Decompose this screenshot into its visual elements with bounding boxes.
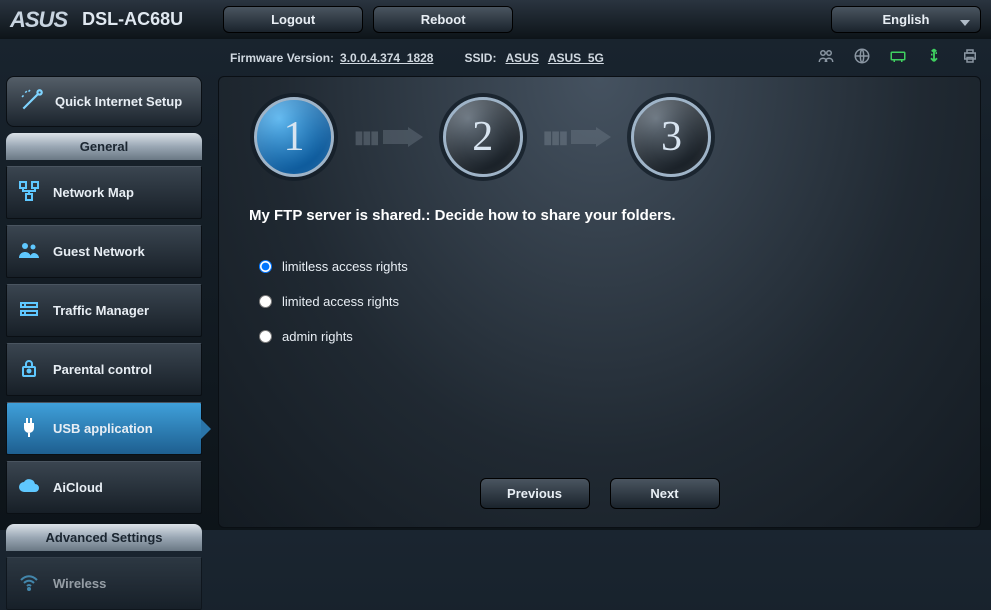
lock-icon xyxy=(17,356,41,383)
advanced-section-header: Advanced Settings xyxy=(6,524,202,551)
wizard-steps: 1 ▮▮▮ 2 ▮▮▮ 3 xyxy=(254,97,950,177)
plug-icon xyxy=(17,415,41,442)
globe-icon[interactable] xyxy=(853,47,871,68)
sidebar-item-parental-control[interactable]: Parental control xyxy=(6,343,202,396)
radio-admin[interactable]: admin rights xyxy=(259,329,950,344)
logout-button[interactable]: Logout xyxy=(223,6,363,33)
nav-label: Traffic Manager xyxy=(53,303,149,318)
step-arrow-icon: ▮▮▮ xyxy=(543,127,612,148)
nav-label: AiCloud xyxy=(53,480,103,495)
nav-label: USB application xyxy=(53,421,153,436)
ssid-2[interactable]: ASUS_5G xyxy=(548,51,604,65)
sidebar-item-wireless[interactable]: Wireless xyxy=(6,557,202,610)
network-status-icon[interactable] xyxy=(889,47,907,68)
nav-label: Network Map xyxy=(53,185,134,200)
radio-input-admin[interactable] xyxy=(259,330,272,343)
previous-button[interactable]: Previous xyxy=(480,478,590,509)
clients-icon[interactable] xyxy=(817,47,835,68)
fw-label: Firmware Version: xyxy=(230,51,334,65)
info-bar: Firmware Version: 3.0.0.4.374_1828 SSID:… xyxy=(0,39,991,76)
sidebar-item-aicloud[interactable]: AiCloud xyxy=(6,461,202,514)
sidebar: Quick Internet Setup General Network Map… xyxy=(0,76,208,528)
sidebar-item-guest-network[interactable]: Guest Network xyxy=(6,225,202,278)
main-panel: 1 ▮▮▮ 2 ▮▮▮ 3 My FTP server is shared.: … xyxy=(218,76,981,528)
sidebar-item-usb-application[interactable]: USB application xyxy=(6,402,202,455)
wand-icon xyxy=(19,87,45,116)
printer-icon[interactable] xyxy=(961,47,979,68)
fw-version[interactable]: 3.0.0.4.374_1828 xyxy=(340,51,433,65)
nav-label: Wireless xyxy=(53,576,106,591)
next-button[interactable]: Next xyxy=(610,478,720,509)
radio-label: limitless access rights xyxy=(282,259,408,274)
traffic-icon xyxy=(17,297,41,324)
radio-label: admin rights xyxy=(282,329,353,344)
ssid-label: SSID: xyxy=(464,51,496,65)
network-icon xyxy=(17,179,41,206)
step-2: 2 xyxy=(443,97,523,177)
sidebar-item-traffic-manager[interactable]: Traffic Manager xyxy=(6,284,202,337)
quick-internet-setup-button[interactable]: Quick Internet Setup xyxy=(6,76,202,127)
radio-limitless[interactable]: limitless access rights xyxy=(259,259,950,274)
footer-buttons: Previous Next xyxy=(219,478,980,509)
step-1: 1 xyxy=(254,97,334,177)
ssid-1[interactable]: ASUS xyxy=(505,51,538,65)
radio-input-limited[interactable] xyxy=(259,295,272,308)
nav-label: Parental control xyxy=(53,362,152,377)
sidebar-item-network-map[interactable]: Network Map xyxy=(6,166,202,219)
radio-input-limitless[interactable] xyxy=(259,260,272,273)
model-name: DSL-AC68U xyxy=(82,9,183,30)
qis-label: Quick Internet Setup xyxy=(55,94,182,109)
language-select[interactable]: English xyxy=(831,6,981,33)
radio-label: limited access rights xyxy=(282,294,399,309)
step-3: 3 xyxy=(631,97,711,177)
usb-icon[interactable] xyxy=(925,47,943,68)
general-section-header: General xyxy=(6,133,202,160)
chevron-down-icon xyxy=(960,16,970,31)
header: ASUS DSL-AC68U Logout Reboot English xyxy=(0,0,991,39)
brand-logo: ASUS xyxy=(10,7,67,33)
page-title: My FTP server is shared.: Decide how to … xyxy=(249,207,950,224)
reboot-button[interactable]: Reboot xyxy=(373,6,513,33)
wifi-icon xyxy=(17,570,41,597)
step-arrow-icon: ▮▮▮ xyxy=(354,127,423,148)
radio-limited[interactable]: limited access rights xyxy=(259,294,950,309)
nav-label: Guest Network xyxy=(53,244,145,259)
language-label: English xyxy=(883,12,930,27)
cloud-icon xyxy=(17,474,41,501)
guests-icon xyxy=(17,238,41,265)
